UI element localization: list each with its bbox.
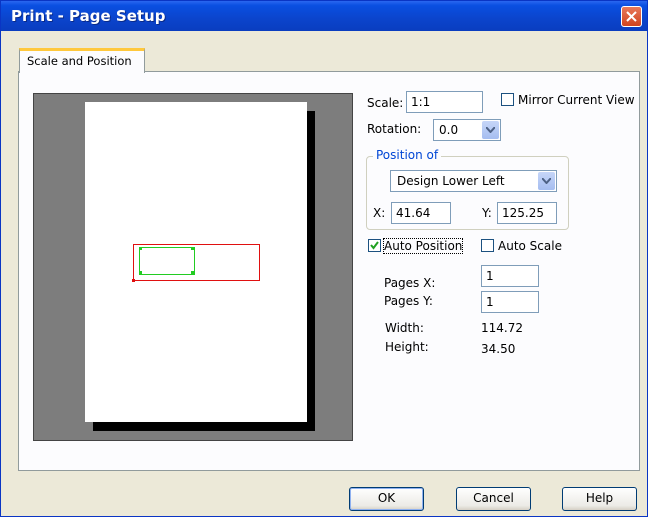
design-handle — [191, 247, 194, 250]
mirror-current-view-checkbox[interactable] — [501, 93, 514, 106]
auto-position-checkbox[interactable] — [368, 239, 381, 252]
print-page-setup-dialog: Print - Page Setup Scale and Position Sc… — [0, 0, 648, 517]
plot-area-handle — [132, 279, 135, 282]
ok-button[interactable]: OK — [349, 487, 424, 511]
pages-y-label: Pages Y: — [384, 294, 433, 308]
auto-position-label[interactable]: Auto Position — [382, 238, 464, 254]
height-value: 34.50 — [481, 342, 516, 356]
dropdown-button[interactable] — [482, 121, 499, 139]
pages-y-input[interactable]: 1 — [481, 291, 539, 313]
position-of-select[interactable]: Design Lower Left — [390, 170, 557, 192]
window-title: Print - Page Setup — [11, 7, 166, 25]
chevron-down-icon — [486, 127, 495, 133]
chevron-down-icon — [542, 178, 551, 184]
scale-input[interactable]: 1:1 — [406, 91, 483, 113]
mirror-current-view-label[interactable]: Mirror Current View — [518, 93, 635, 107]
auto-scale-label[interactable]: Auto Scale — [498, 239, 562, 253]
tab-scale-and-position[interactable]: Scale and Position — [19, 48, 145, 73]
pages-x-input[interactable]: 1 — [481, 265, 539, 287]
position-of-value: Design Lower Left — [397, 174, 505, 188]
help-button[interactable]: Help — [562, 487, 637, 511]
cancel-button[interactable]: Cancel — [456, 487, 531, 511]
design-handle — [139, 271, 142, 274]
y-label: Y: — [482, 206, 492, 220]
rotation-select[interactable]: 0.0 — [433, 119, 501, 141]
height-label: Height: — [385, 340, 429, 354]
pages-x-label: Pages X: — [384, 276, 436, 290]
x-input[interactable]: 41.64 — [391, 202, 451, 224]
close-icon — [626, 11, 637, 22]
dropdown-button[interactable] — [538, 172, 555, 190]
tab-label: Scale and Position — [27, 54, 132, 68]
checkmark-icon — [370, 241, 379, 250]
design-handle — [191, 271, 194, 274]
auto-scale-checkbox[interactable] — [481, 239, 494, 252]
width-label: Width: — [385, 321, 424, 335]
x-label: X: — [373, 206, 386, 220]
rotation-label: Rotation: — [367, 122, 422, 136]
y-input[interactable]: 125.25 — [497, 202, 557, 224]
position-of-legend: Position of — [373, 148, 442, 162]
close-button[interactable] — [621, 6, 642, 27]
scale-label: Scale: — [367, 96, 404, 110]
design-extent-outline — [139, 247, 195, 275]
rotation-value: 0.0 — [439, 123, 459, 137]
design-handle — [139, 247, 142, 250]
title-bar[interactable]: Print - Page Setup — [1, 1, 647, 31]
width-value: 114.72 — [481, 321, 523, 335]
